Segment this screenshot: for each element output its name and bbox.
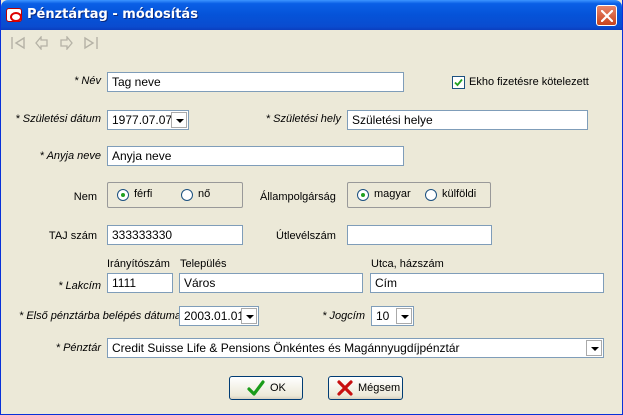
utlevel-label: Útlevélszám — [276, 230, 336, 242]
jogcim-label: * Jogcím — [322, 310, 365, 322]
szul-hely-label: * Születési hely — [265, 113, 341, 125]
prev-icon[interactable] — [34, 36, 50, 50]
x-icon — [337, 380, 353, 396]
checkmark-icon — [247, 380, 265, 396]
anyja-input[interactable]: Anyja neve — [107, 146, 404, 166]
szul-datum-label: * Születési dátum — [15, 113, 101, 125]
allamp-kulfoldi-radio[interactable] — [425, 189, 437, 201]
title-bar[interactable]: Pénztártag - módosítás — [1, 0, 622, 30]
ekho-checkbox[interactable] — [452, 76, 465, 89]
belepes-label: * Első pénztárba belépés dátuma — [19, 310, 182, 322]
nem-radio-group: férfi nő — [107, 182, 243, 208]
nem-ferfi-radio[interactable] — [117, 189, 129, 201]
szul-datum-picker[interactable]: 1977.07.07 — [107, 110, 189, 130]
chevron-down-icon[interactable] — [241, 308, 257, 324]
first-icon[interactable] — [10, 36, 26, 50]
chevron-down-icon[interactable] — [171, 112, 187, 128]
utca-header: Utca, házszám — [371, 258, 444, 270]
telepules-input[interactable]: Város — [179, 273, 363, 293]
allamp-kulfoldi-label: külföldi — [442, 188, 477, 200]
chevron-down-icon[interactable] — [586, 340, 602, 356]
utca-input[interactable]: Cím — [370, 273, 604, 293]
utlevel-input[interactable] — [347, 225, 492, 245]
jogcim-select[interactable]: 10 — [371, 306, 414, 326]
belepes-date-picker[interactable]: 2003.01.01 — [179, 306, 259, 326]
irsz-header: Irányítószám — [107, 258, 170, 270]
nem-no-radio[interactable] — [181, 189, 193, 201]
taj-input[interactable]: 333333330 — [107, 225, 243, 245]
nem-no-label: nő — [198, 188, 211, 200]
belepes-value: 2003.01.01 — [184, 309, 245, 323]
szul-datum-value: 1977.07.07 — [112, 113, 173, 127]
jogcim-value: 10 — [376, 309, 390, 323]
allampolgarsag-label: Állampolgárság — [260, 191, 336, 203]
nem-ferfi-label: férfi — [134, 188, 153, 200]
checkmark-icon — [454, 78, 463, 87]
dialog-window: Pénztártag - módosítás * Név Tag neve Ek… — [0, 0, 623, 415]
allamp-magyar-label: magyar — [374, 188, 411, 200]
cancel-label: Mégsem — [358, 382, 401, 394]
szul-hely-input[interactable]: Születési helye — [347, 110, 588, 130]
cancel-button[interactable]: Mégsem — [328, 376, 403, 400]
penztar-label: * Pénztár — [55, 342, 101, 354]
anyja-label: * Anyja neve — [39, 150, 101, 162]
taj-label: TAJ szám — [48, 230, 97, 242]
next-icon[interactable] — [58, 36, 74, 50]
telepules-header: Település — [180, 258, 227, 270]
ok-button[interactable]: OK — [229, 376, 303, 400]
window-title: Pénztártag - módosítás — [27, 7, 198, 22]
penztar-value: Credit Suisse Life & Pensions Önkéntes é… — [112, 341, 460, 355]
nem-label: Nem — [73, 191, 97, 203]
ok-label: OK — [270, 382, 286, 394]
last-icon[interactable] — [83, 36, 99, 50]
close-icon — [601, 10, 613, 22]
allamp-magyar-radio[interactable] — [357, 189, 369, 201]
irsz-input[interactable]: 1111 — [107, 273, 173, 293]
close-button[interactable] — [596, 5, 617, 26]
nev-label: * Név — [74, 75, 101, 87]
ekho-label: Ekho fizetésre kötelezett — [469, 76, 589, 88]
chevron-down-icon[interactable] — [396, 308, 412, 324]
app-icon — [6, 8, 22, 22]
allampolgarsag-radio-group: magyar külföldi — [347, 182, 491, 208]
nev-input[interactable]: Tag neve — [107, 72, 404, 92]
penztar-select[interactable]: Credit Suisse Life & Pensions Önkéntes é… — [107, 338, 604, 358]
lakcim-label: * Lakcím — [58, 280, 101, 292]
